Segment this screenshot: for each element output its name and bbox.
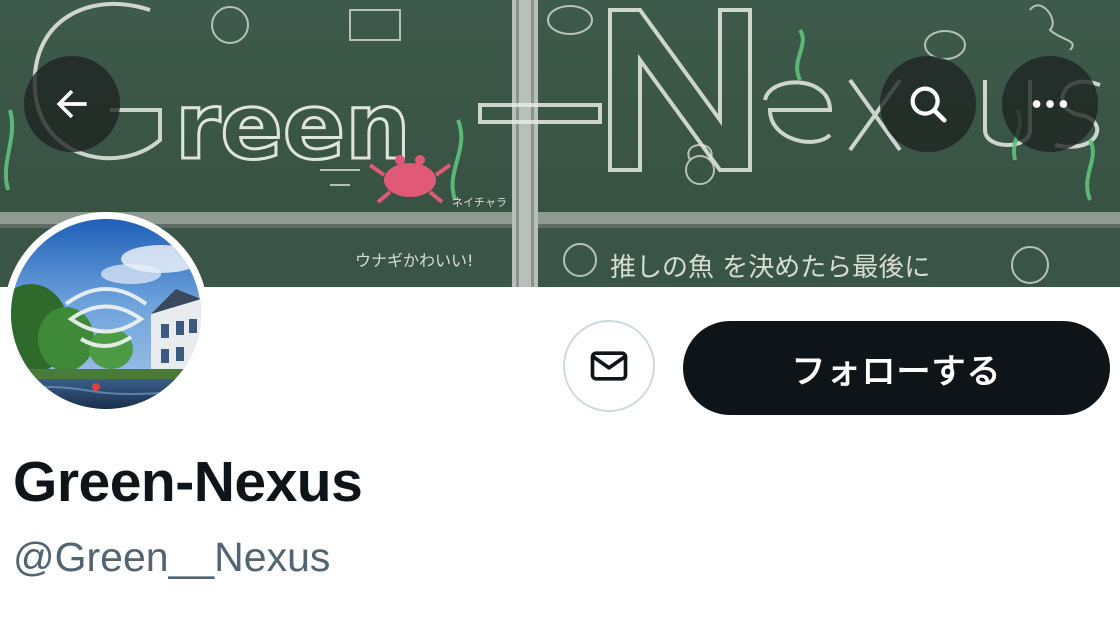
svg-text:reen: reen bbox=[175, 73, 411, 180]
message-button[interactable] bbox=[563, 320, 655, 412]
chalk-note-3: ネイチャラ bbox=[452, 196, 507, 209]
follow-button-label: フォローする bbox=[791, 351, 1002, 392]
display-name: Green-Nexus bbox=[13, 450, 363, 514]
avatar[interactable] bbox=[4, 212, 208, 416]
arrow-left-icon bbox=[56, 89, 87, 119]
avatar-image bbox=[11, 219, 201, 409]
follow-button[interactable]: フォローする bbox=[683, 321, 1110, 415]
search-icon bbox=[910, 86, 947, 123]
back-button[interactable] bbox=[24, 56, 120, 152]
search-button[interactable] bbox=[880, 56, 976, 152]
more-horizontal-icon bbox=[1032, 100, 1068, 108]
envelope-icon bbox=[590, 351, 628, 381]
user-handle: @Green__Nexus bbox=[13, 534, 331, 580]
chalk-note-1: 推しの魚 を決めたら最後に bbox=[610, 253, 930, 283]
more-button[interactable] bbox=[1002, 56, 1098, 152]
chalk-note-2: ウナギかわいい! bbox=[355, 251, 473, 270]
